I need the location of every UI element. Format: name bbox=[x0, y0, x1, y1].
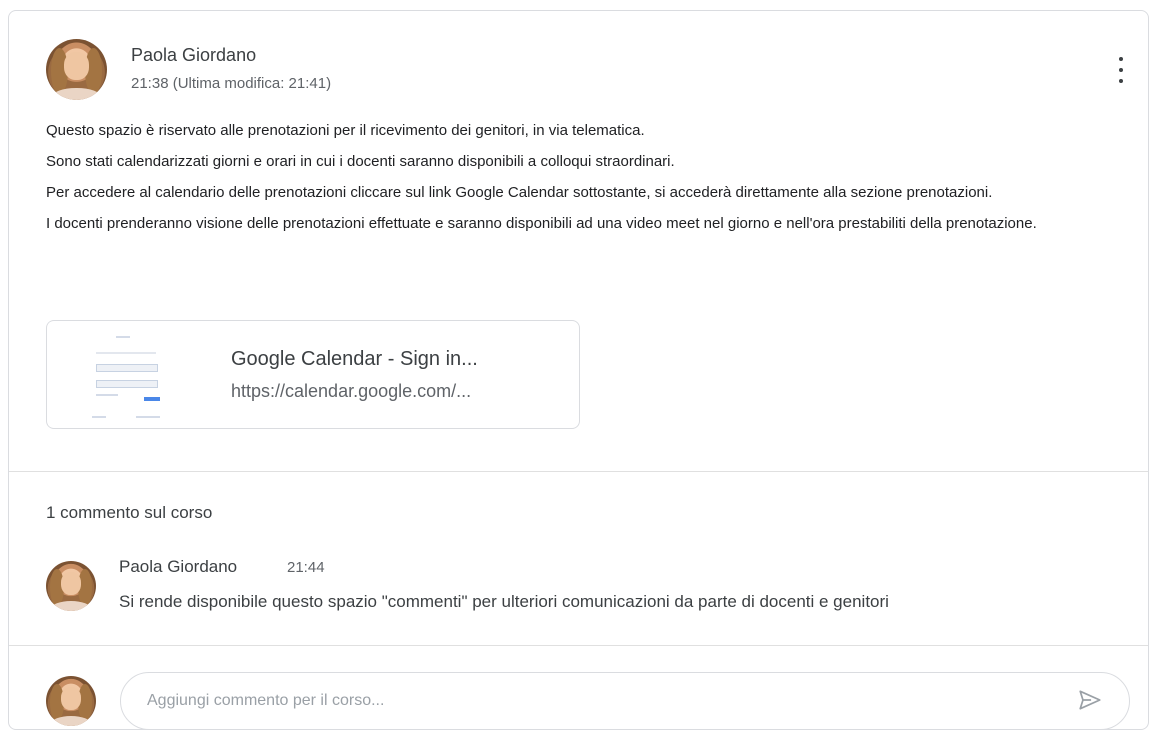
send-icon[interactable] bbox=[1077, 687, 1103, 713]
stream-post-card: Paola Giordano 21:38 (Ultima modifica: 2… bbox=[8, 10, 1149, 730]
link-attachment-card[interactable]: Google Calendar - Sign in... https://cal… bbox=[46, 320, 580, 429]
post-author-name: Paola Giordano bbox=[131, 45, 257, 65]
divider bbox=[9, 471, 1148, 472]
post-paragraph: Questo spazio è riservato alle prenotazi… bbox=[46, 122, 645, 139]
comment-timestamp: 21:44 bbox=[287, 559, 325, 576]
comment-author-avatar bbox=[46, 561, 96, 611]
current-user-avatar bbox=[46, 676, 96, 726]
post-paragraph: Per accedere al calendario delle prenota… bbox=[46, 184, 993, 201]
attachment-thumbnail bbox=[48, 322, 198, 427]
attachment-title[interactable]: Google Calendar - Sign in... bbox=[231, 348, 478, 371]
comment-input-box[interactable] bbox=[120, 672, 1130, 729]
comment-author-name: Paola Giordano bbox=[119, 557, 238, 576]
post-paragraph: Sono stati calendarizzati giorni e orari… bbox=[46, 153, 675, 170]
comment-text: Si rende disponibile questo spazio "comm… bbox=[119, 592, 889, 611]
comments-count-link[interactable]: 1 commento sul corso bbox=[46, 503, 212, 523]
author-avatar[interactable] bbox=[46, 39, 107, 100]
more-options-icon[interactable] bbox=[1114, 57, 1128, 83]
post-timestamp: 21:38 (Ultima modifica: 21:41) bbox=[131, 75, 332, 92]
attachment-url: https://calendar.google.com/... bbox=[231, 381, 472, 401]
post-body: Questo spazio è riservato alle prenotazi… bbox=[46, 115, 1126, 239]
divider bbox=[9, 645, 1148, 646]
post-paragraph: I docenti prenderanno visione delle pren… bbox=[46, 215, 1037, 232]
